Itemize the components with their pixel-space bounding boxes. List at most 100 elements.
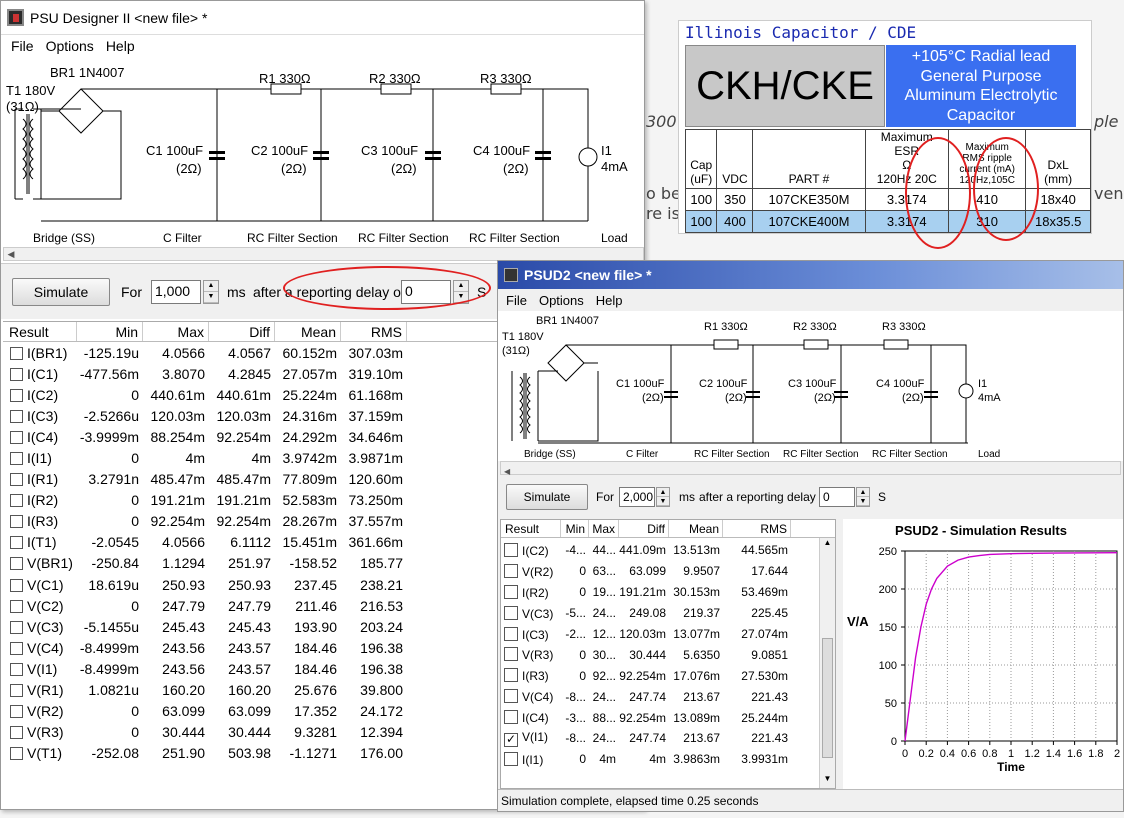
scroll-up-icon[interactable]: ▲: [820, 538, 835, 552]
scroll-left-icon[interactable]: ◀: [4, 248, 18, 260]
row-checkbox[interactable]: [504, 689, 518, 704]
row-checkbox[interactable]: [10, 473, 23, 487]
delay-input[interactable]: 0: [819, 487, 855, 507]
table-row[interactable]: V(R3) 0 30... 30.444 5.6350 9.0851: [501, 644, 835, 665]
down-arrow-icon[interactable]: ▼: [857, 497, 869, 506]
column-header[interactable]: RMS: [723, 520, 791, 537]
column-header[interactable]: Max: [589, 520, 619, 537]
row-checkbox[interactable]: [10, 726, 23, 740]
column-header[interactable]: Result: [3, 322, 77, 341]
column-header[interactable]: RMS: [341, 322, 407, 341]
window-titlebar[interactable]: PSUD2 <new file> *: [498, 261, 1123, 289]
x-tick-label: 1.8: [1088, 748, 1103, 760]
row-checkbox[interactable]: [10, 536, 23, 550]
row-checkbox[interactable]: [10, 367, 23, 381]
value-cell: -2.5266u: [83, 407, 139, 424]
table-row[interactable]: ✓ V(I1) -8... 24... 247.74 213.67 221.43: [501, 728, 835, 749]
bg-fragment: 300: [646, 112, 677, 131]
value-cell: 4.0566: [162, 344, 205, 361]
c1-label: C1 100uF: [616, 378, 665, 390]
row-checkbox[interactable]: [10, 620, 23, 634]
menu-options[interactable]: Options: [533, 293, 590, 308]
row-checkbox[interactable]: [10, 662, 23, 676]
table-row[interactable]: V(C4) -8... 24... 247.74 213.67 221.43: [501, 686, 835, 707]
delay-spinner[interactable]: ▲ ▼: [856, 487, 870, 507]
column-header[interactable]: Diff: [209, 322, 275, 341]
circuit-schematic[interactable]: [1, 59, 644, 249]
table-row[interactable]: I(R3) 0 92... 92.254m 17.076m 27.530m: [501, 665, 835, 686]
row-checkbox[interactable]: [10, 515, 23, 529]
row-checkbox[interactable]: [504, 626, 518, 641]
value-cell: 28.267m: [282, 513, 337, 530]
down-arrow-icon[interactable]: ▼: [204, 292, 218, 303]
up-arrow-icon[interactable]: ▲: [204, 281, 218, 292]
table-row[interactable]: V(C3) -5... 24... 249.08 219.37 225.45: [501, 603, 835, 624]
table-row[interactable]: I(I1) 0 4m 4m 3.9863m 3.9931m: [501, 749, 835, 770]
row-checkbox[interactable]: [10, 578, 23, 592]
row-checkbox[interactable]: [504, 563, 518, 578]
menu-help[interactable]: Help: [590, 293, 629, 308]
scroll-down-icon[interactable]: ▼: [820, 774, 835, 788]
menu-help[interactable]: Help: [100, 38, 141, 54]
value-cell: -252.08: [91, 745, 139, 762]
menu-options[interactable]: Options: [40, 38, 100, 54]
section-label: Bridge (SS): [524, 449, 576, 460]
horizontal-scrollbar[interactable]: ◀: [500, 461, 1121, 476]
table-row[interactable]: I(R2) 0 19... 191.21m 30.153m 53.469m: [501, 582, 835, 603]
up-arrow-icon[interactable]: ▲: [857, 488, 869, 497]
series-name: CKH/CKE: [685, 45, 885, 127]
result-name: V(C3): [522, 606, 554, 621]
row-checkbox[interactable]: [10, 346, 23, 360]
column-header[interactable]: Min: [77, 322, 143, 341]
duration-spinner[interactable]: ▲ ▼: [656, 487, 670, 507]
scroll-thumb[interactable]: [822, 638, 833, 758]
row-checkbox[interactable]: [10, 430, 23, 444]
row-checkbox[interactable]: [504, 668, 518, 683]
row-checkbox[interactable]: [504, 584, 518, 599]
row-checkbox[interactable]: [10, 494, 23, 508]
row-checkbox[interactable]: [10, 641, 23, 655]
column-header[interactable]: Mean: [669, 520, 723, 537]
row-checkbox[interactable]: [504, 710, 518, 725]
row-checkbox[interactable]: [10, 409, 23, 423]
table-row[interactable]: I(C2) -4... 44... 441.09m 13.513m 44.565m: [501, 540, 835, 561]
simulate-button[interactable]: Simulate: [506, 484, 588, 510]
table-row[interactable]: I(C3) -2... 12... 120.03m 13.077m 27.074m: [501, 624, 835, 645]
scroll-left-icon[interactable]: ◀: [501, 467, 510, 476]
column-header[interactable]: Mean: [275, 322, 341, 341]
simulate-button[interactable]: Simulate: [12, 278, 110, 306]
row-checkbox[interactable]: [504, 542, 518, 557]
column-header[interactable]: Result: [501, 520, 561, 537]
column-header[interactable]: Diff: [619, 520, 669, 537]
row-checkbox[interactable]: [504, 751, 518, 766]
row-checkbox[interactable]: [10, 557, 23, 571]
up-arrow-icon[interactable]: ▲: [657, 488, 669, 497]
row-checkbox[interactable]: [504, 647, 518, 662]
section-label: C Filter: [626, 449, 659, 460]
value-cell: 216.53: [360, 597, 403, 614]
menu-file[interactable]: File: [5, 38, 40, 54]
table-row[interactable]: I(C4) -3... 88... 92.254m 13.089m 25.244m: [501, 707, 835, 728]
row-checkbox[interactable]: ✓: [504, 732, 518, 747]
duration-input[interactable]: 2,000: [619, 487, 655, 507]
vertical-scrollbar[interactable]: ▲ ▼: [819, 538, 835, 788]
duration-spinner[interactable]: ▲ ▼: [203, 280, 219, 304]
row-checkbox[interactable]: [504, 605, 518, 620]
down-arrow-icon[interactable]: ▼: [657, 497, 669, 506]
column-header[interactable]: Max: [143, 322, 209, 341]
menu-file[interactable]: File: [500, 293, 533, 308]
row-checkbox[interactable]: [10, 388, 23, 402]
window-titlebar[interactable]: PSU Designer II <new file> *: [1, 1, 644, 35]
result-cell: V(R3): [3, 724, 77, 740]
result-name: I(C3): [27, 407, 59, 424]
row-checkbox[interactable]: [10, 747, 23, 761]
duration-input[interactable]: 1,000: [151, 280, 201, 304]
row-checkbox[interactable]: [10, 599, 23, 613]
horizontal-scrollbar[interactable]: ◀: [3, 247, 644, 261]
value-cell: 250.93: [228, 576, 271, 593]
table-row[interactable]: V(R2) 0 63... 63.099 9.9507 17.644: [501, 561, 835, 582]
row-checkbox[interactable]: [10, 684, 23, 698]
column-header[interactable]: Min: [561, 520, 589, 537]
row-checkbox[interactable]: [10, 705, 23, 719]
row-checkbox[interactable]: [10, 452, 23, 466]
